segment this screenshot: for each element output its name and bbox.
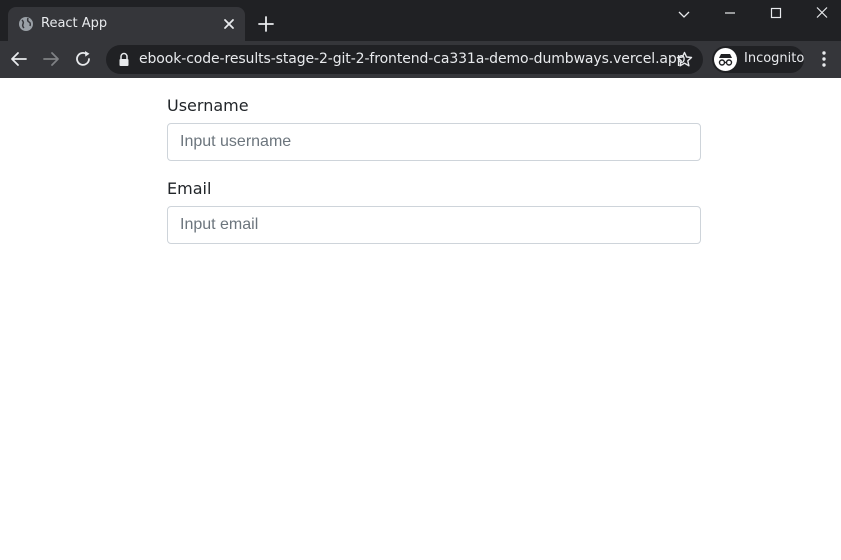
lock-icon[interactable] bbox=[117, 52, 131, 67]
close-window-icon[interactable] bbox=[810, 4, 834, 24]
tab-title: React App bbox=[41, 16, 108, 31]
maximize-icon[interactable] bbox=[764, 4, 788, 24]
incognito-icon bbox=[714, 48, 737, 71]
browser-tab[interactable]: React App bbox=[8, 7, 245, 41]
email-label: Email bbox=[167, 179, 212, 198]
new-tab-icon[interactable] bbox=[257, 15, 275, 33]
tab-strip: React App bbox=[0, 0, 841, 41]
back-arrow-icon[interactable] bbox=[9, 49, 29, 69]
forward-arrow-icon[interactable] bbox=[41, 49, 61, 69]
bookmark-star-icon[interactable] bbox=[676, 51, 693, 68]
address-bar[interactable]: ebook-code-results-stage-2-git-2-fronten… bbox=[106, 45, 703, 74]
reload-icon[interactable] bbox=[73, 49, 93, 69]
close-tab-icon[interactable] bbox=[221, 16, 237, 32]
username-input[interactable] bbox=[167, 123, 701, 161]
url-text[interactable]: ebook-code-results-stage-2-git-2-fronten… bbox=[139, 51, 686, 68]
incognito-profile-button[interactable]: Incognito bbox=[712, 46, 804, 73]
tab-search-chevron-icon[interactable] bbox=[672, 4, 696, 24]
browser-toolbar: ebook-code-results-stage-2-git-2-fronten… bbox=[0, 41, 841, 78]
minimize-icon[interactable] bbox=[718, 4, 742, 24]
globe-icon bbox=[19, 17, 33, 31]
incognito-label: Incognito bbox=[744, 51, 805, 66]
email-input[interactable] bbox=[167, 206, 701, 244]
username-label: Username bbox=[167, 96, 249, 115]
page-content: Username Email bbox=[0, 78, 841, 560]
kebab-menu-icon[interactable] bbox=[814, 49, 834, 69]
